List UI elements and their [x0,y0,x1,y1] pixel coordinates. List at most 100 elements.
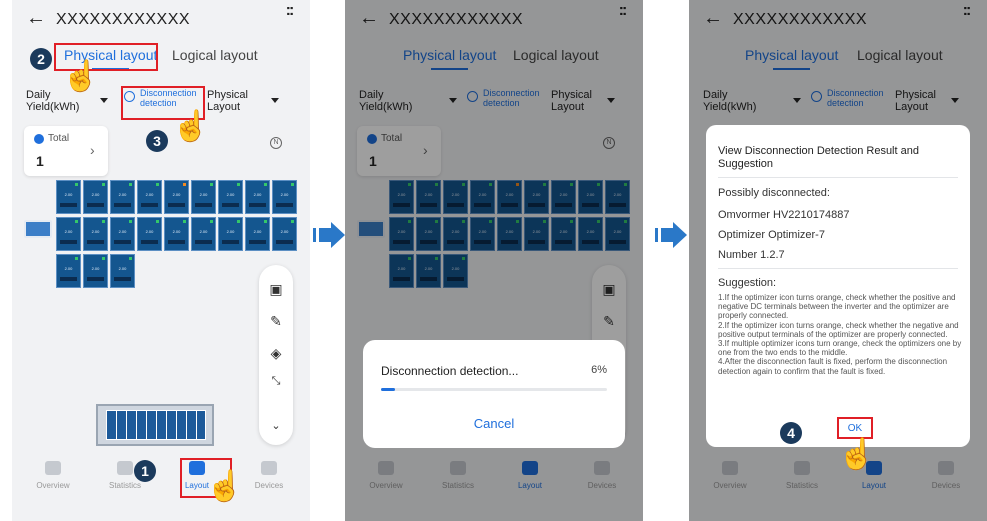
layers-icon[interactable]: ◈ [259,345,293,362]
panel-id-bar [87,203,104,207]
status-dot-icon [237,220,240,223]
inverter-icon[interactable] [24,220,52,238]
panel-id-bar [114,240,131,244]
optimizer-panel[interactable]: 2.00 [191,217,216,251]
optimizer-panel[interactable]: 2.00 [272,180,297,214]
detection-progress-sheet: Disconnection detection... 6% Cancel [363,340,625,448]
suggestion-body: 1.If the optimizer icon turns orange, ch… [718,293,962,376]
chevron-down-icon [100,98,108,103]
panel-id-bar [276,203,293,207]
optimizer-panel[interactable]: 2.00 [110,180,135,214]
status-dot-icon [102,220,105,223]
panel-id-bar [195,203,212,207]
optimizer-panel[interactable]: 2.00 [56,254,81,288]
optimizer-panel[interactable]: 2.00 [83,180,108,214]
panel-id-bar [249,203,266,207]
panel-id-bar [168,203,185,207]
nav-label: Overview [36,481,70,490]
optimizer-panel[interactable]: 2.00 [137,180,162,214]
divider [718,268,958,269]
optimizer-panel[interactable]: 2.00 [245,180,270,214]
detection-result-dialog: View Disconnection Detection Result and … [706,125,970,447]
page-title: XXXXXXXXXXXX [56,11,191,28]
ok-button[interactable]: OK [839,423,871,434]
suggestion-label: Suggestion: [718,277,777,289]
bottom-nav: Overview Statistics Layout Devices [12,455,310,500]
status-dot-icon [75,220,78,223]
status-dot-icon [264,220,267,223]
app-header: ← XXXXXXXXXXXX :: [12,0,310,40]
chevron-down-icon [271,98,279,103]
total-card[interactable]: Total 1 › [24,126,108,176]
optimizer-panel[interactable]: 2.00 [272,217,297,251]
flow-arrow-icon [655,222,687,248]
status-dot-icon [102,183,105,186]
optimizer-name: Optimizer Optimizer-7 [718,229,825,241]
optimizer-panel[interactable]: 2.00 [164,180,189,214]
total-value: 1 [36,153,44,169]
panel-value: 2.00 [64,192,73,197]
optimizer-panel[interactable]: 2.00 [56,180,81,214]
plant-icon [34,134,44,144]
back-arrow-icon[interactable]: ← [26,8,46,28]
chevron-right-icon: › [90,142,95,158]
panel-value: 2.00 [253,229,262,234]
minimap[interactable] [96,404,214,446]
optimizer-panel[interactable]: 2.00 [110,254,135,288]
status-dot-icon [291,220,294,223]
step-badge-4: 4 [780,422,802,444]
panel-value: 2.00 [280,192,289,197]
panel-value: 2.00 [91,229,100,234]
progress-percent: 6% [591,364,607,376]
minimap-panels [106,410,206,440]
panel-value: 2.00 [145,229,154,234]
image-icon[interactable]: ▣ [259,281,293,298]
panel-id-bar [276,240,293,244]
panel-value: 2.00 [118,192,127,197]
optimizer-panel[interactable]: 2.00 [245,217,270,251]
optimizer-panel[interactable]: 2.00 [83,217,108,251]
compass-icon[interactable]: N [270,137,282,149]
optimizer-panel[interactable]: 2.00 [56,217,81,251]
more-icon[interactable]: :: [282,3,296,19]
divider [718,177,958,178]
status-dot-icon [129,257,132,260]
nav-overview[interactable]: Overview [16,455,90,490]
device-name: Omvormer HV2210174887 [718,209,850,221]
panel-value: 2.00 [226,192,235,197]
panel-id-bar [222,240,239,244]
pointing-hand-icon: ☝ [206,470,244,503]
panel-id-bar [249,240,266,244]
optimizer-panel[interactable]: 2.00 [218,180,243,214]
panel-value: 2.00 [253,192,262,197]
panel-id-bar [141,240,158,244]
optimizer-panel[interactable]: 2.00 [218,217,243,251]
shrink-icon[interactable]: ⤡ [259,375,293,388]
optimizer-panel[interactable]: 2.00 [110,217,135,251]
pen-icon[interactable]: ✎ [259,313,293,330]
screen-detection-progress: ← XXXXXXXXXXXX :: Physical layout Logica… [345,0,643,521]
status-dot-icon [156,183,159,186]
status-dot-icon [210,220,213,223]
tab-logical-layout[interactable]: Logical layout [172,47,258,63]
optimizer-panel[interactable]: 2.00 [137,217,162,251]
pointing-hand-icon: ☝ [62,60,100,93]
optimizer-panel[interactable]: 2.00 [164,217,189,251]
optimizer-panel[interactable]: 2.00 [83,254,108,288]
panel-id-bar [114,203,131,207]
statistics-icon [117,461,133,475]
status-dot-icon [183,183,186,186]
optimizer-panel[interactable]: 2.00 [191,180,216,214]
cancel-button[interactable]: Cancel [363,416,625,431]
ok-highlight: OK [837,417,873,439]
chevron-down-icon[interactable]: ⌄ [259,419,293,432]
status-dot-icon [183,220,186,223]
status-dot-icon [156,220,159,223]
status-dot-icon [75,183,78,186]
possibly-disconnected-label: Possibly disconnected: [718,187,830,199]
pointing-hand-icon: ☝ [172,110,210,143]
optimizer-number: Number 1.2.7 [718,249,785,261]
progress-track [381,388,607,391]
layout-select[interactable]: Physical Layout [207,89,267,113]
panel-id-bar [87,240,104,244]
